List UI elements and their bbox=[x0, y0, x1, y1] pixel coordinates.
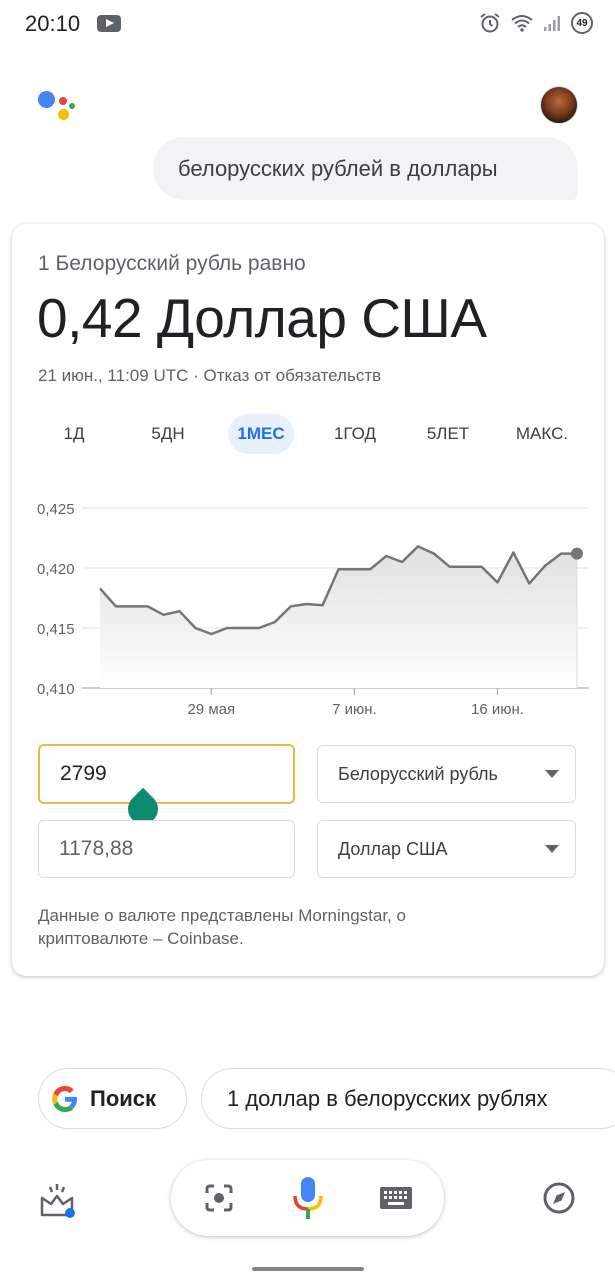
suggestion-chip-label: 1 доллар в белорусских рублях bbox=[227, 1085, 548, 1111]
rate-subtitle: 1 Белорусский рубль равно bbox=[38, 252, 306, 275]
home-indicator[interactable] bbox=[252, 1267, 364, 1271]
y-tick-label: 0,420 bbox=[37, 561, 75, 578]
query-bubble[interactable]: белорусских рублей в доллары bbox=[153, 137, 578, 200]
amount-input[interactable]: 2799 bbox=[38, 744, 295, 831]
tab-1y[interactable]: 1ГОД bbox=[318, 414, 392, 454]
x-tick-label: 29 мая bbox=[187, 701, 235, 718]
logo-dot-red bbox=[59, 97, 67, 105]
result-value: 1178,88 bbox=[59, 837, 134, 860]
to-currency-label: Доллар США bbox=[338, 838, 448, 859]
rate-chart[interactable]: 0,425 0,420 0,415 0,410 29 мая 7 июн. 16 июн. bbox=[32, 492, 592, 722]
status-icons: 49 bbox=[479, 12, 593, 34]
tab-max[interactable]: МАКС. bbox=[504, 414, 580, 454]
last-point-marker bbox=[571, 547, 583, 560]
status-time: 20:10 bbox=[25, 11, 81, 36]
tab-1d[interactable]: 1Д bbox=[42, 414, 106, 454]
from-currency-label: Белорусский рубль bbox=[338, 763, 498, 784]
y-tick-label: 0,415 bbox=[37, 621, 75, 638]
amount-value: 2799 bbox=[60, 762, 107, 785]
tab-label: 1МЕС bbox=[237, 424, 285, 443]
signal-icon bbox=[544, 16, 560, 31]
rate-timestamp[interactable]: 21 июн., 11:09 UTC · Отказ от обязательс… bbox=[38, 366, 381, 386]
battery-icon: 49 bbox=[571, 12, 593, 34]
currency-card: 1 Белорусский рубль равно 0,42 Доллар СШ… bbox=[12, 224, 604, 976]
bottom-bar bbox=[0, 1150, 615, 1250]
x-tick-label: 16 июн. bbox=[471, 701, 524, 718]
search-chip[interactable]: Поиск bbox=[38, 1068, 187, 1129]
logo-dot-blue bbox=[38, 91, 55, 108]
range-tabs: 1Д 5ДН 1МЕС 1ГОД 5ЛЕТ МАКС. bbox=[12, 414, 604, 456]
explore-icon[interactable] bbox=[542, 1181, 576, 1215]
chevron-down-icon bbox=[545, 770, 559, 778]
rate-chart-svg: 0,425 0,420 0,415 0,410 29 мая 7 июн. 16 июн. bbox=[37, 501, 589, 718]
y-tick-label: 0,425 bbox=[37, 501, 75, 518]
wifi-icon bbox=[511, 15, 533, 32]
lens-icon[interactable] bbox=[204, 1183, 234, 1213]
result-input[interactable]: 1178,88 bbox=[38, 820, 295, 878]
query-text: белорусских рублей в доллары bbox=[178, 155, 498, 181]
y-tick-label: 0,410 bbox=[37, 681, 75, 698]
x-tick-label: 7 июн. bbox=[332, 701, 377, 718]
keyboard-icon[interactable] bbox=[379, 1186, 413, 1210]
google-g-icon bbox=[52, 1085, 77, 1112]
tab-label: 1Д bbox=[63, 424, 85, 443]
alarm-icon bbox=[480, 13, 500, 33]
status-bar: 20:10 49 bbox=[0, 0, 615, 50]
logo-dot-yellow bbox=[58, 109, 69, 120]
data-source-disclaimer: Данные о валюте представлены Morningstar… bbox=[38, 906, 406, 948]
tab-label: 5ЛЕТ bbox=[426, 424, 470, 443]
tab-label: 5ДН bbox=[151, 424, 185, 443]
tab-label: 1ГОД bbox=[333, 424, 377, 443]
tab-5d[interactable]: 5ДН bbox=[134, 414, 202, 454]
tab-1m[interactable]: 1МЕС bbox=[228, 414, 294, 454]
search-chip-label: Поиск bbox=[90, 1085, 157, 1111]
logo-dot-green bbox=[69, 103, 75, 109]
chevron-down-icon bbox=[545, 845, 559, 853]
suggestion-chip[interactable]: 1 доллар в белорусских рублях bbox=[201, 1068, 615, 1129]
youtube-icon bbox=[97, 15, 121, 32]
rate-value: 0,42 Доллар США bbox=[37, 287, 487, 349]
assistant-logo bbox=[38, 88, 78, 124]
to-currency-select[interactable]: Доллар США bbox=[317, 820, 576, 878]
mic-icon[interactable] bbox=[291, 1176, 325, 1222]
avatar[interactable] bbox=[540, 86, 578, 124]
updates-icon[interactable] bbox=[39, 1182, 77, 1220]
from-currency-select[interactable]: Белорусский рубль bbox=[317, 745, 576, 803]
tab-label: МАКС. bbox=[515, 424, 569, 443]
input-pill bbox=[171, 1160, 444, 1236]
tab-5y[interactable]: 5ЛЕТ bbox=[412, 414, 484, 454]
